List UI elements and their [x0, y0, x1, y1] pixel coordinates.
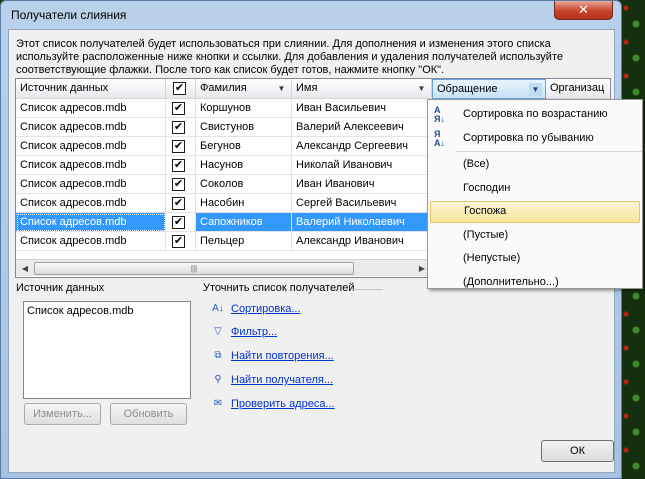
cell-surname[interactable]: Сапожников: [196, 213, 292, 232]
filter-link[interactable]: Фильтр...: [231, 326, 277, 338]
ok-button[interactable]: ОК: [541, 440, 614, 462]
sort-ascending-label: Сортировка по возрастанию: [463, 108, 608, 120]
sort-ascending-item[interactable]: А Я↓ Сортировка по возрастанию: [430, 104, 640, 126]
cell-include[interactable]: ✔: [166, 99, 196, 118]
cell-source[interactable]: Список адресов.mdb: [16, 137, 166, 156]
column-header-surname[interactable]: Фамилия ▼: [196, 79, 292, 99]
edit-button[interactable]: Изменить...: [24, 403, 101, 425]
filter-option[interactable]: (Все): [430, 154, 640, 176]
data-source-list[interactable]: Список адресов.mdb: [23, 301, 191, 399]
cell-include[interactable]: ✔: [166, 118, 196, 137]
cell-source[interactable]: Список адресов.mdb: [16, 156, 166, 175]
intro-text: Этот список получателей будет использова…: [16, 38, 563, 76]
cell-name[interactable]: Сергей Васильевич: [292, 194, 432, 213]
menu-separator: [456, 151, 642, 152]
close-button[interactable]: ✕: [554, 1, 613, 20]
cell-source[interactable]: Список адресов.mdb: [16, 99, 166, 118]
filter-option[interactable]: (Непустые): [430, 248, 640, 270]
filter-icon: ▽: [214, 326, 222, 337]
dialog-title: Получатели слияния: [11, 8, 127, 22]
sort-descending-item[interactable]: Я А↓ Сортировка по убыванию: [430, 128, 640, 150]
include-checkbox[interactable]: ✔: [172, 121, 185, 134]
column-header-organization[interactable]: Организац: [546, 79, 610, 99]
sort-descending-label: Сортировка по убыванию: [463, 132, 594, 144]
cell-surname[interactable]: Насобин: [196, 194, 292, 213]
cell-include[interactable]: ✔: [166, 194, 196, 213]
find-duplicates-link[interactable]: Найти повторения...: [231, 350, 334, 362]
data-source-item[interactable]: Список адресов.mdb: [27, 305, 187, 317]
filter-option[interactable]: (Дополнительно...): [430, 272, 640, 294]
cell-source[interactable]: Список адресов.mdb: [16, 175, 166, 194]
chevron-down-icon[interactable]: ▼: [415, 82, 428, 95]
cell-name[interactable]: Николай Иванович: [292, 156, 432, 175]
chevron-down-icon[interactable]: ▼: [275, 82, 288, 95]
filter-option[interactable]: Господин: [430, 178, 640, 200]
cell-name[interactable]: Иван Иванович: [292, 175, 432, 194]
find-recipient-icon: ⚲: [214, 374, 222, 385]
cell-include[interactable]: ✔: [166, 213, 196, 232]
cell-include[interactable]: ✔: [166, 175, 196, 194]
filter-option[interactable]: Госпожа: [430, 201, 640, 223]
cell-source[interactable]: Список адресов.mdb: [16, 194, 166, 213]
cell-surname[interactable]: Соколов: [196, 175, 292, 194]
cell-surname[interactable]: Насунов: [196, 156, 292, 175]
salutation-filter-menu: А Я↓ Сортировка по возрастанию Я А↓ Сортир…: [427, 99, 643, 289]
cell-include[interactable]: ✔: [166, 232, 196, 251]
surname-header-label: Фамилия: [200, 82, 247, 94]
include-checkbox[interactable]: ✔: [172, 178, 185, 191]
filter-option-label: (Непустые): [463, 252, 521, 264]
cell-source[interactable]: Список адресов.mdb: [16, 232, 166, 251]
salutation-header-label: Обращение: [437, 83, 498, 95]
filter-option-label: (Дополнительно...): [463, 275, 559, 288]
find-recipient-link[interactable]: Найти получателя...: [231, 374, 333, 386]
include-checkbox[interactable]: ✔: [172, 197, 185, 210]
filter-option-label: (Пустые): [463, 228, 509, 241]
cell-include[interactable]: ✔: [166, 156, 196, 175]
filter-option-label: Господин: [463, 181, 511, 194]
include-checkbox[interactable]: ✔: [172, 235, 185, 248]
filter-option-label: (Все): [463, 158, 490, 170]
include-checkbox[interactable]: ✔: [172, 159, 185, 172]
name-header-label: Имя: [296, 82, 318, 94]
horizontal-scrollbar[interactable]: ◀ ||| ▶: [16, 259, 431, 276]
title-bar[interactable]: Получатели слияния ✕: [1, 1, 621, 29]
sort-ascending-icon: А Я↓: [434, 105, 445, 124]
data-source-label: Источник данных: [16, 282, 105, 294]
cell-surname[interactable]: Свистунов: [196, 118, 292, 137]
column-header-salutation[interactable]: Обращение ▼: [432, 79, 546, 99]
refine-list-label: Уточнить список получателей: [203, 282, 355, 294]
cell-name[interactable]: Валерий Николаевич: [292, 213, 432, 232]
cell-source[interactable]: Список адресов.mdb: [16, 118, 166, 137]
refresh-button[interactable]: Обновить: [110, 403, 187, 425]
column-header-name[interactable]: Имя ▼: [292, 79, 432, 99]
group-divider: [353, 289, 383, 290]
chevron-down-icon[interactable]: ▼: [529, 83, 542, 96]
validate-addresses-icon: ✉: [213, 398, 223, 409]
scrollbar-thumb[interactable]: |||: [34, 262, 354, 275]
column-header-source[interactable]: Источник данных: [16, 79, 166, 99]
find-duplicates-icon: ⧉: [214, 350, 222, 361]
cell-source[interactable]: Список адресов.mdb: [16, 213, 166, 232]
filter-option-label: Госпожа: [464, 205, 507, 217]
cell-name[interactable]: Александр Сергеевич: [292, 137, 432, 156]
sort-descending-icon: Я А↓: [434, 129, 445, 148]
cell-surname[interactable]: Пельцер: [196, 232, 292, 251]
cell-name[interactable]: Иван Васильевич: [292, 99, 432, 118]
include-checkbox[interactable]: ✔: [172, 216, 185, 229]
scroll-left-icon[interactable]: ◀: [17, 261, 33, 276]
sort-link[interactable]: Сортировка...: [231, 303, 301, 315]
validate-addresses-link[interactable]: Проверить адреса...: [231, 398, 335, 410]
cell-surname[interactable]: Бегунов: [196, 137, 292, 156]
cell-name[interactable]: Валерий Алексеевич: [292, 118, 432, 137]
cell-name[interactable]: Александр Иванович: [292, 232, 432, 251]
column-header-check[interactable]: ✔: [166, 79, 196, 99]
sort-icon: A↓: [212, 303, 224, 314]
select-all-checkbox[interactable]: ✔: [173, 82, 186, 95]
cell-surname[interactable]: Коршунов: [196, 99, 292, 118]
include-checkbox[interactable]: ✔: [172, 102, 185, 115]
cell-include[interactable]: ✔: [166, 137, 196, 156]
include-checkbox[interactable]: ✔: [172, 140, 185, 153]
filter-option[interactable]: (Пустые): [430, 225, 640, 247]
